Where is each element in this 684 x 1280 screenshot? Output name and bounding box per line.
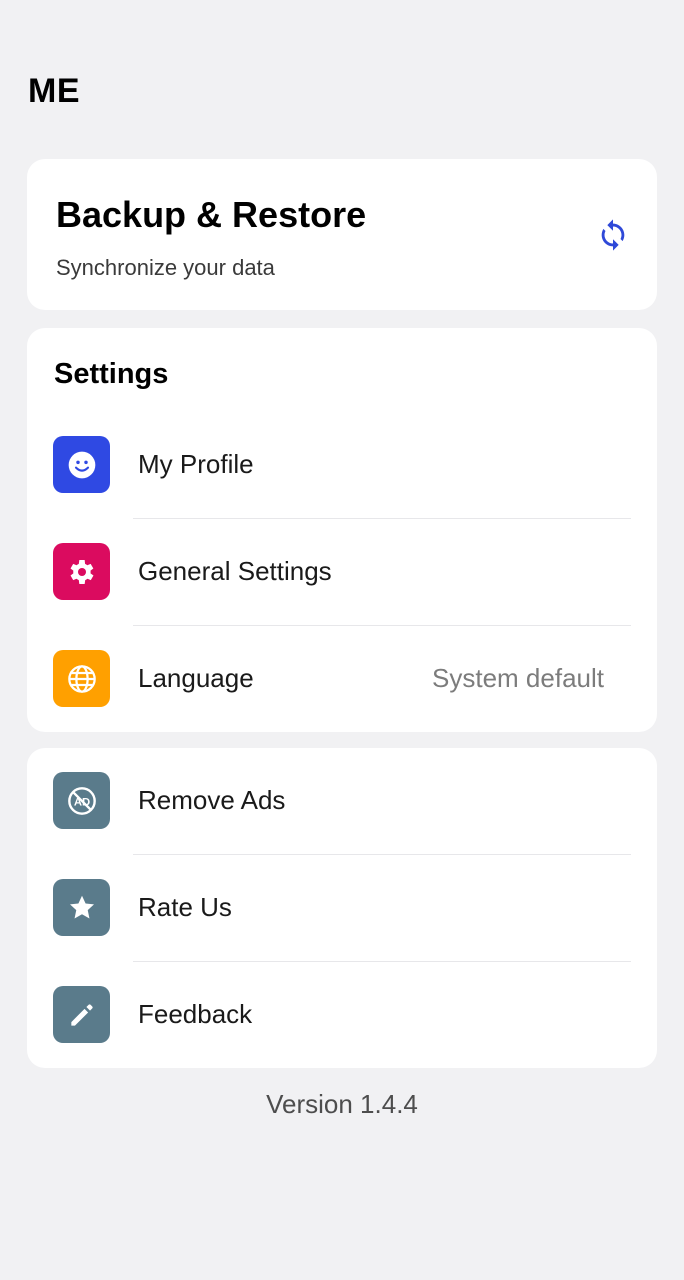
globe-icon <box>53 650 110 707</box>
extras-card: AD Remove Ads Rate Us Feedback <box>27 748 657 1068</box>
settings-item-language[interactable]: Language System default <box>27 644 657 714</box>
settings-title: Settings <box>54 358 169 390</box>
version-text: Version 1.4.4 <box>266 1089 418 1119</box>
extras-item-label: Feedback <box>138 999 253 1029</box>
settings-item-general-settings[interactable]: General Settings <box>27 537 657 607</box>
divider <box>133 518 631 519</box>
language-value: System default <box>432 663 604 693</box>
divider <box>133 854 631 855</box>
extras-item-remove-ads[interactable]: AD Remove Ads <box>27 766 657 836</box>
star-icon <box>53 879 110 936</box>
settings-card: Settings My Profile General Settings Lan… <box>27 328 657 732</box>
smiley-icon <box>53 436 110 493</box>
backup-restore-card[interactable]: Backup & Restore Synchronize your data <box>27 159 657 310</box>
settings-item-label: My Profile <box>138 449 254 479</box>
extras-item-label: Rate Us <box>138 892 232 922</box>
divider <box>133 625 631 626</box>
backup-subtitle: Synchronize your data <box>56 255 275 280</box>
settings-item-my-profile[interactable]: My Profile <box>27 430 657 500</box>
extras-item-rate-us[interactable]: Rate Us <box>27 873 657 943</box>
divider <box>133 961 631 962</box>
backup-title: Backup & Restore <box>56 194 367 235</box>
extras-item-label: Remove Ads <box>138 785 286 815</box>
svg-text:AD: AD <box>73 796 89 808</box>
pencil-icon <box>53 986 110 1043</box>
settings-item-label: Language <box>138 663 254 693</box>
sync-icon[interactable] <box>596 218 630 252</box>
gear-icon <box>53 543 110 600</box>
extras-item-feedback[interactable]: Feedback <box>27 980 657 1050</box>
page-title: ME <box>28 72 80 110</box>
settings-item-label: General Settings <box>138 556 332 586</box>
no-ads-icon: AD <box>53 772 110 829</box>
